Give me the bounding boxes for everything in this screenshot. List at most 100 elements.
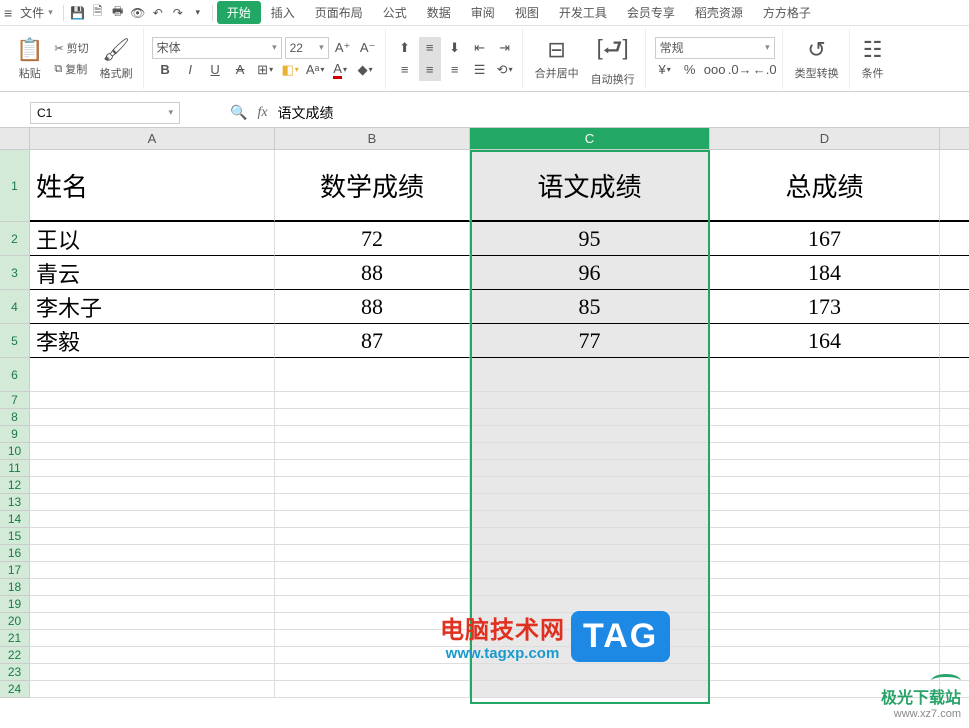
cell[interactable]	[30, 494, 275, 511]
cell[interactable]	[940, 358, 969, 392]
row-header-10[interactable]: 10	[0, 443, 30, 460]
col-header-extra[interactable]	[940, 128, 969, 150]
cell[interactable]	[30, 545, 275, 562]
cell[interactable]: 数学成绩	[275, 150, 470, 222]
fx-icon[interactable]: fx	[257, 105, 267, 121]
cell[interactable]	[940, 494, 969, 511]
cell[interactable]	[30, 443, 275, 460]
cell[interactable]: 164	[710, 324, 940, 358]
cell[interactable]	[275, 562, 470, 579]
row-header-9[interactable]: 9	[0, 426, 30, 443]
cell[interactable]	[30, 358, 275, 392]
cell[interactable]	[710, 528, 940, 545]
highlight-button[interactable]: ◆	[354, 59, 376, 81]
row-header-12[interactable]: 12	[0, 477, 30, 494]
cell[interactable]: 王以	[30, 222, 275, 256]
row-header-20[interactable]: 20	[0, 613, 30, 630]
cell[interactable]: 87	[275, 324, 470, 358]
cell[interactable]	[710, 562, 940, 579]
cell[interactable]	[30, 664, 275, 681]
select-all-corner[interactable]	[0, 128, 30, 150]
cell[interactable]	[710, 630, 940, 647]
cell[interactable]: 95	[470, 222, 710, 256]
row-header-4[interactable]: 4	[0, 290, 30, 324]
cell[interactable]	[710, 511, 940, 528]
row-header-3[interactable]: 3	[0, 256, 30, 290]
cell[interactable]	[470, 528, 710, 545]
cell[interactable]: 88	[275, 256, 470, 290]
cell[interactable]	[940, 290, 969, 324]
cell[interactable]: 语文成绩	[470, 150, 710, 222]
row-header-22[interactable]: 22	[0, 647, 30, 664]
qat-more-icon[interactable]: ▾	[188, 3, 208, 23]
percent-button[interactable]: %	[679, 59, 701, 81]
row-header-11[interactable]: 11	[0, 460, 30, 477]
cell[interactable]	[275, 511, 470, 528]
copy-button[interactable]: ⧉复制	[51, 59, 91, 79]
col-header-C[interactable]: C	[470, 128, 710, 150]
name-box[interactable]: C1 ▾	[30, 102, 180, 124]
cell[interactable]	[30, 579, 275, 596]
cell[interactable]: 77	[470, 324, 710, 358]
cell[interactable]	[470, 358, 710, 392]
cell[interactable]	[470, 392, 710, 409]
increase-decimal-icon[interactable]: .0→	[729, 59, 751, 81]
save-as-icon[interactable]: 🗎	[88, 3, 108, 23]
cell[interactable]	[710, 545, 940, 562]
row-header-13[interactable]: 13	[0, 494, 30, 511]
cell[interactable]	[30, 511, 275, 528]
justify-icon[interactable]: ☰	[469, 59, 491, 81]
cell[interactable]	[710, 579, 940, 596]
cell[interactable]	[30, 613, 275, 630]
cell[interactable]	[940, 596, 969, 613]
undo-icon[interactable]: ↶	[148, 3, 168, 23]
row-header-5[interactable]: 5	[0, 324, 30, 358]
borders-button[interactable]: ⊞	[254, 59, 276, 81]
row-header-23[interactable]: 23	[0, 664, 30, 681]
cell[interactable]	[940, 392, 969, 409]
cell[interactable]	[275, 545, 470, 562]
cell[interactable]: 李毅	[30, 324, 275, 358]
tab-开始[interactable]: 开始	[217, 1, 261, 24]
app-menu-icon[interactable]: ≡	[4, 5, 12, 21]
cell[interactable]	[940, 409, 969, 426]
align-top-icon[interactable]: ⬆	[394, 37, 416, 59]
cell[interactable]	[710, 358, 940, 392]
cell[interactable]	[710, 647, 940, 664]
cut-button[interactable]: ✂剪切	[51, 38, 91, 58]
cell[interactable]	[30, 409, 275, 426]
row-header-15[interactable]: 15	[0, 528, 30, 545]
cell[interactable]	[30, 681, 275, 698]
align-middle-icon[interactable]: ≡	[419, 37, 441, 59]
cell[interactable]: 85	[470, 290, 710, 324]
cell[interactable]	[275, 358, 470, 392]
cell[interactable]	[940, 528, 969, 545]
tab-视图[interactable]: 视图	[505, 1, 549, 24]
cell[interactable]	[710, 613, 940, 630]
cell[interactable]	[710, 392, 940, 409]
col-header-D[interactable]: D	[710, 128, 940, 150]
cell[interactable]	[275, 579, 470, 596]
cell[interactable]	[275, 477, 470, 494]
cell[interactable]	[710, 460, 940, 477]
row-header-18[interactable]: 18	[0, 579, 30, 596]
number-format-select[interactable]: 常规▾	[655, 37, 775, 59]
cell[interactable]	[940, 256, 969, 290]
cell[interactable]: 88	[275, 290, 470, 324]
wrap-text-button[interactable]: [⮐] 自动换行	[587, 29, 639, 89]
tab-审阅[interactable]: 审阅	[461, 1, 505, 24]
print-icon[interactable]: 🖶	[108, 3, 128, 23]
tab-开发工具[interactable]: 开发工具	[549, 1, 617, 24]
col-header-A[interactable]: A	[30, 128, 275, 150]
underline-button[interactable]: U	[204, 59, 226, 81]
cell[interactable]	[275, 664, 470, 681]
cell[interactable]	[275, 392, 470, 409]
cell[interactable]: 184	[710, 256, 940, 290]
col-header-B[interactable]: B	[275, 128, 470, 150]
cell[interactable]	[275, 426, 470, 443]
bold-button[interactable]: B	[154, 59, 176, 81]
cell[interactable]	[30, 596, 275, 613]
row-header-16[interactable]: 16	[0, 545, 30, 562]
formula-input[interactable]: 语文成绩	[268, 103, 969, 123]
cell[interactable]	[30, 477, 275, 494]
